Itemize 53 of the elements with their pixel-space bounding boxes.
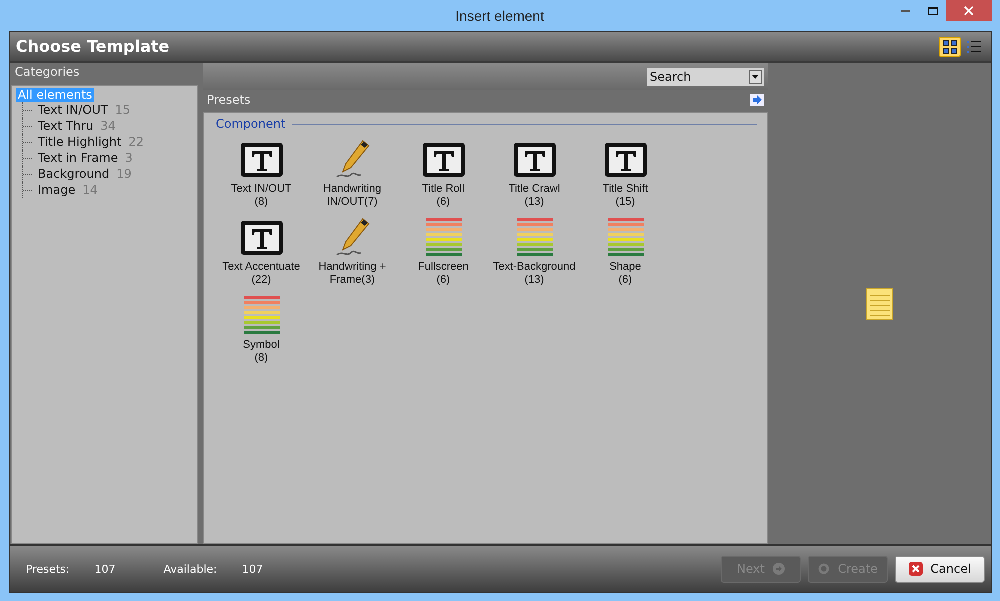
close-button[interactable] — [946, 0, 992, 21]
letter-tile-icon — [240, 219, 284, 257]
cancel-button[interactable]: Cancel — [895, 556, 985, 582]
section-title: Presets — [207, 93, 252, 107]
list-view-icon — [967, 40, 981, 52]
preset-label[interactable]: Text-Background (13) — [493, 261, 576, 287]
preset-label[interactable]: Handwriting IN/OUT(7) — [307, 183, 398, 209]
letter-tile-icon — [604, 141, 648, 179]
letter-tile-icon — [512, 141, 556, 179]
dialog-title: Choose Template — [16, 37, 171, 56]
item-count: 14 — [82, 183, 98, 197]
tree-item[interactable]: Background — [36, 167, 112, 181]
letter-tile-icon — [240, 141, 284, 179]
minimize-icon — [901, 10, 910, 12]
preset-label[interactable]: Text IN/OUT (8) — [231, 183, 292, 209]
tree-item[interactable]: Title Highlight — [36, 135, 124, 149]
item-count: 15 — [115, 103, 130, 117]
preset-label[interactable]: Handwriting + Frame(3) — [307, 261, 398, 287]
status-label: Available: — [164, 562, 218, 576]
preset-label[interactable]: Shape (6) — [610, 261, 642, 287]
close-icon — [908, 562, 923, 576]
window-title: Insert element — [456, 8, 544, 24]
item-count: 3 — [125, 151, 133, 165]
tree-item[interactable]: Text Thru — [36, 119, 96, 133]
preset-label[interactable]: Title Shift (15) — [602, 183, 648, 209]
arrow-icon[interactable] — [750, 94, 764, 106]
preset-label[interactable]: Title Roll (6) — [422, 183, 465, 209]
panel-title: Categories — [14, 64, 81, 81]
preset-label[interactable]: Fullscreen (6) — [418, 261, 469, 287]
maximize-icon — [928, 6, 938, 14]
refresh-icon — [818, 563, 830, 575]
grid-view-icon — [943, 40, 957, 54]
preset-label[interactable]: Symbol (8) — [243, 339, 280, 365]
group-label: Component — [216, 117, 286, 131]
preset-label[interactable]: Text Accentuate (22) — [222, 261, 300, 287]
item-count: 34 — [100, 119, 116, 133]
notepad-icon — [866, 288, 893, 320]
tree-item[interactable]: Text in Frame — [36, 151, 120, 165]
item-count: 19 — [116, 167, 132, 181]
dropdown-button[interactable] — [747, 68, 764, 86]
search-field[interactable]: Search — [647, 68, 747, 86]
preset-label[interactable]: Title Crawl (13) — [508, 183, 560, 209]
view-toggle-button[interactable] — [939, 36, 961, 56]
arrow-icon — [772, 563, 785, 575]
status-label: Presets: — [26, 562, 70, 576]
close-icon — [964, 6, 974, 16]
item-count: 22 — [128, 135, 144, 149]
tree-item[interactable]: Text IN/OUT — [36, 103, 110, 117]
caret-icon — [752, 74, 759, 78]
tree-item[interactable]: Image — [36, 183, 78, 197]
status-value: 107 — [242, 562, 264, 576]
status-value: 107 — [94, 562, 116, 576]
letter-tile-icon — [422, 141, 466, 179]
